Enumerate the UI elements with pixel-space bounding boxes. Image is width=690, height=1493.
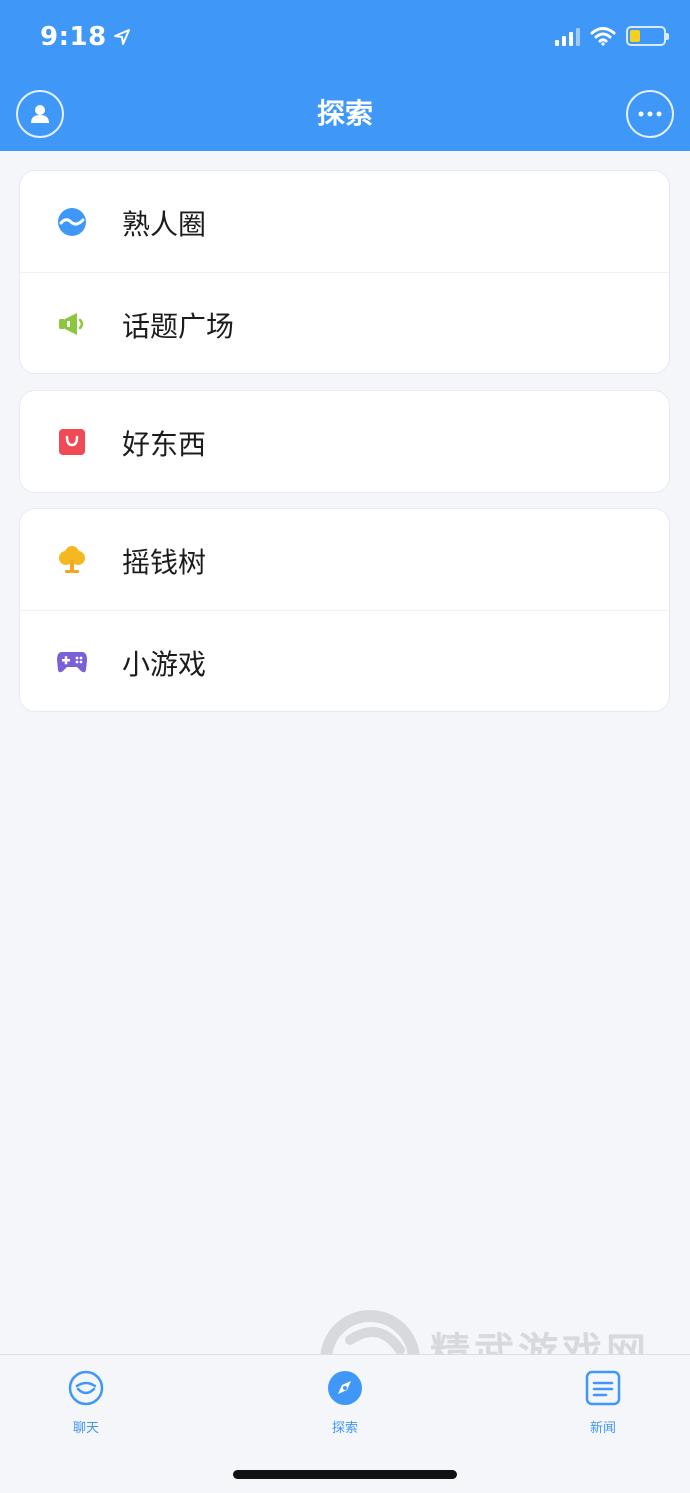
- list-item-moments[interactable]: 熟人圈: [20, 171, 669, 272]
- compass-icon: [328, 1371, 362, 1405]
- tab-news[interactable]: 新闻: [543, 1355, 663, 1455]
- news-icon: [585, 1370, 621, 1406]
- status-indicators: [555, 26, 669, 46]
- battery-icon: [626, 26, 669, 46]
- tab-label: 新闻: [589, 1421, 616, 1436]
- tab-label: 探索: [331, 1421, 358, 1436]
- chat-icon: [68, 1370, 104, 1406]
- gamepad-icon: [56, 646, 88, 678]
- card-fun: 摇钱树 小游戏: [19, 508, 670, 712]
- header: 9:18 探索: [0, 0, 690, 151]
- money-tree-icon: [56, 544, 88, 576]
- home-indicator: [233, 1470, 457, 1479]
- shopping-bag-icon: [56, 426, 88, 458]
- cellular-signal-icon: [555, 26, 580, 46]
- card-social: 熟人圈 话题广场: [19, 170, 670, 374]
- list-item-label: 摇钱树: [122, 546, 207, 579]
- status-time: 9:18: [40, 22, 131, 52]
- tab-label: 聊天: [72, 1421, 99, 1436]
- location-arrow-icon: [113, 29, 130, 45]
- list-item-label: 小游戏: [122, 648, 207, 681]
- list-item-label: 好东西: [122, 428, 207, 461]
- list-item-label: 话题广场: [122, 310, 235, 343]
- list-item-good-stuff[interactable]: 好东西: [20, 391, 669, 492]
- list-item-money-tree[interactable]: 摇钱树: [20, 509, 669, 610]
- list-item-topics[interactable]: 话题广场: [20, 272, 669, 373]
- list-item-label: 熟人圈: [122, 208, 207, 241]
- tab-chat[interactable]: 聊天: [26, 1355, 146, 1455]
- status-bar: 9:18: [0, 0, 690, 76]
- nav-bar: 探索: [0, 76, 690, 151]
- megaphone-icon: [56, 308, 88, 340]
- wifi-icon: [590, 27, 616, 46]
- more-button[interactable]: [626, 90, 674, 138]
- tab-explore[interactable]: 探索: [285, 1355, 405, 1455]
- list-item-mini-games[interactable]: 小游戏: [20, 610, 669, 711]
- more-dots-icon: [638, 111, 662, 117]
- page-title: 探索: [316, 97, 373, 130]
- card-shop: 好东西: [19, 390, 670, 493]
- moments-icon: [56, 206, 88, 238]
